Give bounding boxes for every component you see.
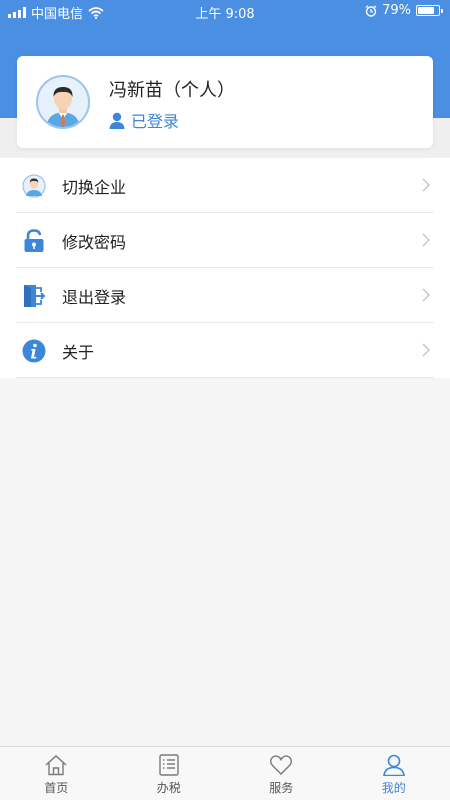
lock-icon <box>22 228 46 253</box>
status-bar: 中国电信 上午 9:08 79% <box>0 0 450 22</box>
login-status-label: 已登录 <box>131 112 180 131</box>
menu-item-switch-company[interactable]: 切换企业 <box>0 158 450 213</box>
logout-door-icon <box>22 284 46 308</box>
info-icon <box>22 339 46 363</box>
content-area <box>0 378 450 746</box>
chevron-right-icon <box>422 288 430 302</box>
menu-item-about[interactable]: 关于 <box>0 323 450 378</box>
chevron-right-icon <box>422 233 430 247</box>
chevron-right-icon <box>422 178 430 192</box>
alarm-icon <box>365 4 377 17</box>
menu-item-label: 退出登录 <box>62 287 127 307</box>
menu-item-label: 切换企业 <box>62 177 127 197</box>
battery-icon <box>416 5 443 16</box>
tab-mine[interactable]: 我的 <box>338 747 450 800</box>
tab-label: 我的 <box>381 781 406 795</box>
bottom-tab-bar: 首页 办税 服务 我的 <box>0 746 450 800</box>
menu-item-label: 修改密码 <box>62 232 127 252</box>
tab-tax[interactable]: 办税 <box>113 747 226 800</box>
tab-label: 服务 <box>269 781 294 795</box>
user-icon <box>382 754 405 776</box>
login-status: 已登录 <box>109 108 179 132</box>
user-name: 冯新苗（个人） <box>109 80 235 101</box>
menu-item-logout[interactable]: 退出登录 <box>0 268 450 323</box>
tab-home[interactable]: 首页 <box>0 747 113 800</box>
tab-label: 办税 <box>156 781 181 795</box>
tab-service[interactable]: 服务 <box>225 747 338 800</box>
settings-menu: 切换企业 修改密码 退出登录 关于 <box>0 158 450 378</box>
tab-label: 首页 <box>44 781 69 795</box>
avatar <box>36 75 90 129</box>
menu-item-change-password[interactable]: 修改密码 <box>0 213 450 268</box>
status-right: 79% <box>365 3 443 18</box>
heart-icon <box>270 755 293 775</box>
list-icon <box>159 754 179 776</box>
menu-item-label: 关于 <box>62 342 95 362</box>
profile-card[interactable]: 冯新苗（个人） 已登录 <box>17 56 433 148</box>
battery-percent: 79% <box>382 3 411 18</box>
chevron-right-icon <box>422 343 430 357</box>
avatar-icon <box>22 173 46 198</box>
home-icon <box>45 755 67 776</box>
user-status-icon <box>109 112 125 129</box>
avatar-person-icon <box>46 87 80 127</box>
